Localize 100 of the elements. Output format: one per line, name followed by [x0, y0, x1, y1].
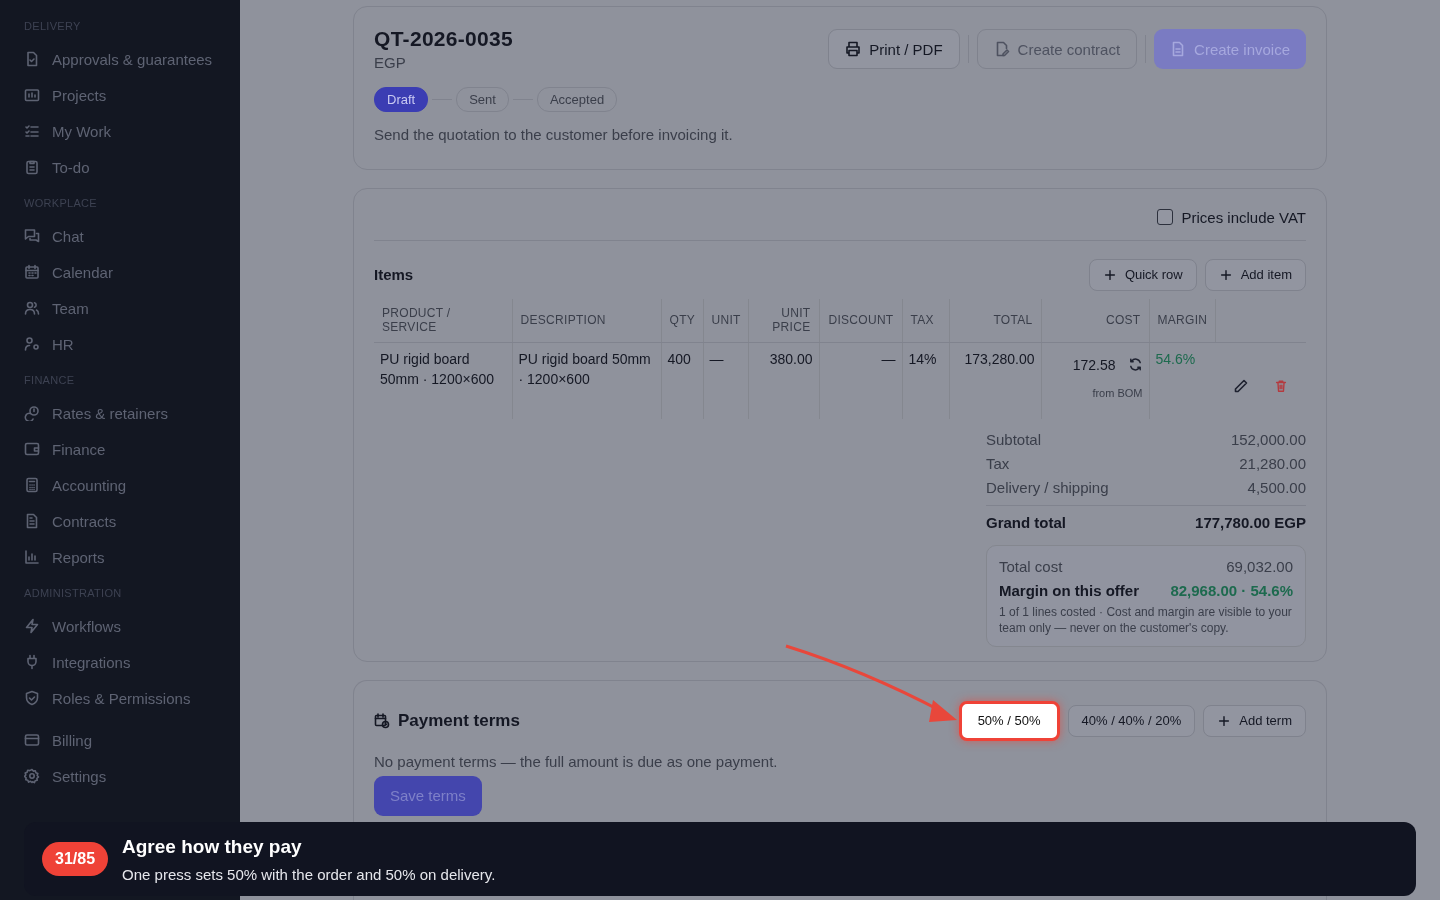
document-icon: [24, 513, 40, 529]
column-header: DESCRIPTION: [512, 298, 661, 343]
preset-button[interactable]: 40% / 40% / 20%: [1067, 704, 1196, 737]
sidebar-item[interactable]: My Work: [0, 113, 240, 149]
clipboard-icon: [24, 159, 40, 175]
column-header: QTY: [661, 298, 703, 343]
total-value: 21,280.00: [1239, 454, 1306, 474]
table-cell: 173,280.00: [949, 342, 1041, 419]
sidebar-item[interactable]: Accounting: [0, 467, 240, 503]
checklist-icon: [24, 123, 40, 139]
refresh-button[interactable]: [1127, 357, 1143, 373]
tour-text: One press sets 50% with the order and 50% on delivery.: [122, 865, 496, 883]
sidebar-item[interactable]: To-do: [0, 149, 240, 185]
margin-note: 1 of 1 lines costed · Cost and margin are visible to your team only — never on the customer's copy.: [999, 603, 1293, 636]
folder-chart-icon: [24, 87, 40, 103]
section-title: Items: [374, 266, 414, 284]
total-value: 152,000.00: [1230, 430, 1306, 450]
sidebar-item[interactable]: Chat: [0, 218, 240, 254]
calendar-clock-icon: [374, 712, 390, 729]
column-header: UNIT PRICE: [748, 298, 819, 343]
status-step[interactable]: Draft: [374, 87, 429, 112]
column-header: TOTAL: [949, 298, 1041, 343]
edit-button[interactable]: [1233, 377, 1250, 394]
sidebar-item[interactable]: Finance: [0, 431, 240, 467]
sidebar-item[interactable]: Billing: [0, 722, 240, 758]
plus-icon: [1218, 267, 1233, 282]
sidebar-item[interactable]: Roles & Permissions: [0, 680, 240, 716]
sidebar-item[interactable]: Rates & retainers: [0, 395, 240, 431]
table-cell: 14%: [902, 342, 949, 419]
column-header: MARGIN: [1149, 298, 1215, 343]
plus-icon: [1217, 713, 1232, 728]
grand-total-value: 177,780.00 EGP: [1195, 513, 1306, 531]
lightning-icon: [24, 618, 40, 634]
people-icon: [24, 300, 40, 316]
sidebar-item[interactable]: Calendar: [0, 254, 240, 290]
column-header: PRODUCT / SERVICE: [374, 298, 512, 343]
wallet-icon: [24, 441, 40, 457]
margin-value: 82,968.00 · 54.6%: [1170, 581, 1293, 599]
add-term-button[interactable]: Add term: [1203, 704, 1306, 737]
print-button[interactable]: Print / PDF: [828, 29, 960, 69]
section-title: Payment terms: [398, 710, 520, 731]
status-hint: Send the quotation to the customer before invoicing it.: [374, 126, 734, 143]
pencil-icon: [1233, 377, 1250, 394]
preset-button[interactable]: 50% / 50%: [958, 700, 1060, 741]
grand-total-label: Grand total: [986, 513, 1066, 531]
bar-chart-icon: [24, 549, 40, 565]
sidebar-item[interactable]: Settings: [0, 758, 240, 794]
table-cell-text: 172.58: [1072, 355, 1116, 375]
column-header: TAX: [902, 298, 949, 343]
margin-label: Margin on this offer: [999, 581, 1139, 599]
total-label: Tax: [986, 454, 1010, 474]
table-cell: 380.00: [748, 342, 819, 419]
printer-icon: [845, 41, 862, 57]
table-cell: PU rigid board 50mm · 1200×600: [512, 342, 661, 419]
status-step[interactable]: Accepted: [536, 87, 618, 112]
table-cell: 54.6%: [1149, 342, 1215, 419]
empty-state-text: No payment terms — the full amount is due as one payment.: [374, 752, 779, 770]
currency-label: EGP: [374, 54, 407, 71]
total-label: Delivery / shipping: [986, 478, 1109, 498]
table-cell: —: [703, 342, 748, 419]
calculator-icon: [24, 477, 40, 493]
column-header: UNIT: [703, 298, 748, 343]
checkbox[interactable]: [1156, 209, 1173, 226]
sidebar-item[interactable]: Contracts: [0, 503, 240, 539]
sidebar-item[interactable]: Reports: [0, 539, 240, 575]
sidebar-item[interactable]: Integrations: [0, 644, 240, 680]
save-button[interactable]: Save terms: [374, 775, 482, 816]
document-check-icon: [24, 51, 40, 67]
table-cell: PU rigid board 50mm · 1200×600: [374, 342, 512, 419]
credit-card-icon: [24, 732, 40, 748]
plug-icon: [24, 654, 40, 670]
add-row-button[interactable]: Quick row: [1088, 258, 1197, 291]
sidebar-item[interactable]: HR: [0, 326, 240, 362]
total-label: Subtotal: [986, 430, 1042, 450]
step-counter: 31/85: [42, 842, 109, 876]
refresh-icon: [1127, 357, 1143, 373]
sidebar-item[interactable]: Team: [0, 290, 240, 326]
column-header: DISCOUNT: [819, 298, 902, 343]
settings-icon: [24, 768, 40, 784]
shield-check-icon: [24, 690, 40, 706]
sidebar-item[interactable]: Approvals & guarantees: [0, 41, 240, 77]
cost-source: from BOM: [1091, 385, 1143, 401]
column-header: COST: [1041, 298, 1149, 343]
add-item-button[interactable]: Add item: [1204, 258, 1306, 291]
sidebar-item[interactable]: Projects: [0, 77, 240, 113]
status-step[interactable]: Sent: [456, 87, 509, 112]
calendar-icon: [24, 264, 40, 280]
coins-icon: [24, 405, 40, 421]
person-badge-icon: [24, 336, 40, 352]
total-value: 4,500.00: [1247, 478, 1306, 498]
plus-icon: [1102, 267, 1117, 282]
table-cell: 400: [661, 342, 703, 419]
checkbox-label: Prices include VAT: [1181, 208, 1306, 226]
tour-title: Agree how they pay: [122, 835, 303, 858]
cost-label: Total cost: [999, 557, 1063, 577]
trash-icon: [1273, 378, 1288, 393]
quote-number: QT-2026-0035: [374, 27, 514, 51]
sidebar-item[interactable]: Workflows: [0, 608, 240, 644]
chat-bubbles-icon: [24, 228, 40, 244]
table-cell: —: [819, 342, 902, 419]
